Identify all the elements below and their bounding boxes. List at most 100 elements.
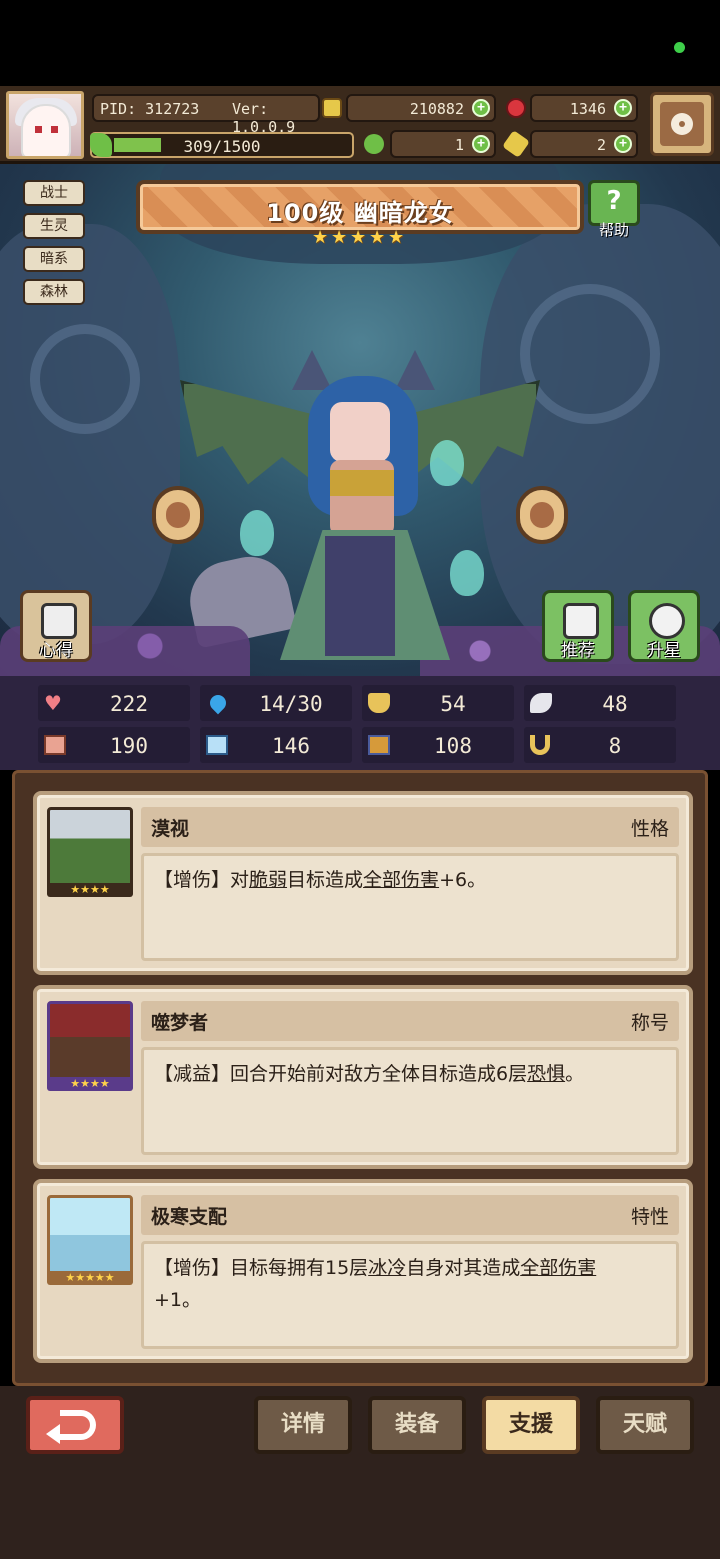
keyword-link[interactable]: 恐惧 bbox=[527, 1063, 565, 1085]
thumbs-up-icon bbox=[563, 603, 599, 639]
star-up-button[interactable]: 升星 bbox=[628, 590, 700, 662]
status-bar bbox=[0, 0, 720, 86]
desc-text: +1。 bbox=[154, 1289, 202, 1311]
horseshoe-icon bbox=[530, 735, 550, 755]
recommend-label: 推荐 bbox=[561, 641, 595, 661]
boot-icon bbox=[368, 735, 390, 755]
keyword-link[interactable]: 冰冷 bbox=[368, 1257, 406, 1279]
stat-speed-value: 48 bbox=[602, 692, 628, 716]
support-card[interactable]: ★★★★ 漠视 性格 【增伤】对脆弱目标造成全部伤害+6。 bbox=[33, 791, 693, 975]
ruby-icon bbox=[506, 98, 526, 118]
bottom-bar: 详情 装备 支援 天赋 bbox=[0, 1386, 720, 1559]
tag-class: 战士 bbox=[23, 180, 85, 206]
gold-pill: 210882 + bbox=[346, 94, 496, 122]
bottle-pill: 2 + bbox=[530, 130, 638, 158]
pid-version-pill: PID: 312723 Ver: 1.0.0.9 bbox=[92, 94, 320, 136]
insight-button[interactable]: 心得 bbox=[20, 590, 92, 662]
heart-icon: ♥ bbox=[44, 691, 62, 715]
desc-text: 自身对其造成 bbox=[406, 1257, 521, 1279]
back-button[interactable] bbox=[26, 1396, 124, 1454]
card-title: 极寒支配 bbox=[151, 1206, 228, 1228]
desc-text: 目标造成 bbox=[287, 869, 364, 891]
clover-icon bbox=[364, 134, 384, 154]
settings-button[interactable] bbox=[650, 92, 714, 156]
card-title: 噬梦者 bbox=[151, 1012, 209, 1034]
hero-name-banner: 100级 幽暗龙女 bbox=[136, 180, 584, 234]
water-drop-icon bbox=[206, 691, 230, 715]
star-icon bbox=[649, 603, 685, 639]
rune-left-icon[interactable] bbox=[152, 486, 204, 544]
tab-details[interactable]: 详情 bbox=[254, 1396, 352, 1454]
star-icon: ★ bbox=[350, 227, 367, 248]
wing-icon bbox=[530, 693, 552, 713]
pid-label: PID: 312723 bbox=[100, 100, 200, 118]
tag-race: 生灵 bbox=[23, 213, 85, 239]
stat-health-value: 222 bbox=[110, 692, 148, 716]
support-card[interactable]: ★★★★ 噬梦者 称号 【减益】回合开始前对敌方全体目标造成6层恐惧。 bbox=[33, 985, 693, 1169]
clover-plus-icon[interactable]: + bbox=[472, 135, 490, 153]
star-icon: ★ bbox=[369, 227, 386, 248]
keyword-link[interactable]: 全部伤害 bbox=[363, 869, 439, 891]
back-arrow-icon bbox=[46, 1410, 96, 1444]
card-description: 【增伤】目标每拥有15层冰冷自身对其造成全部伤害 +1。 bbox=[141, 1241, 679, 1349]
tab-equipment[interactable]: 装备 bbox=[368, 1396, 466, 1454]
clover-pill: 1 + bbox=[390, 130, 496, 158]
hero-name: 100级 幽暗龙女 bbox=[266, 199, 454, 227]
gold-plus-icon[interactable]: + bbox=[472, 99, 490, 117]
stat-health: ♥ 222 bbox=[38, 685, 190, 721]
desc-text: 【增伤】对 bbox=[154, 869, 250, 891]
card-portrait bbox=[47, 1195, 133, 1283]
card-description: 【减益】回合开始前对敌方全体目标造成6层恐惧。 bbox=[141, 1047, 679, 1155]
card-stars: ★★★★★ bbox=[47, 1271, 133, 1285]
stat-mana: 14/30 bbox=[200, 685, 352, 721]
card-type: 称号 bbox=[630, 1012, 669, 1034]
tab-support[interactable]: 支援 bbox=[482, 1396, 580, 1454]
card-description: 【增伤】对脆弱目标造成全部伤害+6。 bbox=[141, 853, 679, 961]
keyword-link[interactable]: 脆弱 bbox=[249, 869, 287, 891]
exp-bar: 309/1500 bbox=[90, 132, 354, 158]
clover-value: 1 bbox=[454, 136, 464, 154]
desc-text: 。 bbox=[565, 1063, 585, 1085]
gear-icon bbox=[671, 113, 693, 135]
stat-defense-value: 54 bbox=[440, 692, 466, 716]
book-icon bbox=[206, 735, 228, 755]
help-label: 帮助 bbox=[598, 221, 629, 239]
gold-value: 210882 bbox=[409, 100, 464, 118]
gems-plus-icon[interactable]: + bbox=[614, 99, 632, 117]
card-stars: ★★★★ bbox=[47, 883, 133, 897]
stat-speed: 48 bbox=[524, 685, 676, 721]
tab-talent[interactable]: 天赋 bbox=[596, 1396, 694, 1454]
fist-icon bbox=[44, 735, 66, 755]
stat-attack: 190 bbox=[38, 727, 190, 763]
version-label: Ver: 1.0.0.9 bbox=[232, 100, 296, 136]
star-icon: ★ bbox=[388, 227, 405, 248]
card-type: 特性 bbox=[630, 1206, 669, 1228]
hero-character bbox=[180, 340, 540, 670]
star-icon: ★ bbox=[312, 227, 329, 248]
hero-stars: ★ ★ ★ ★ ★ bbox=[312, 228, 408, 250]
rune-right-icon[interactable] bbox=[516, 486, 568, 544]
tag-element: 暗系 bbox=[23, 246, 85, 272]
stat-defense: 54 bbox=[362, 685, 514, 721]
bottle-icon bbox=[502, 130, 530, 158]
stat-magic-value: 146 bbox=[272, 734, 310, 758]
stat-luck: 8 bbox=[524, 727, 676, 763]
stat-movement: 108 bbox=[362, 727, 514, 763]
stat-magic: 146 bbox=[200, 727, 352, 763]
bottle-plus-icon[interactable]: + bbox=[614, 135, 632, 153]
stat-attack-value: 190 bbox=[110, 734, 148, 758]
player-avatar[interactable] bbox=[6, 91, 84, 159]
exp-label: 309/1500 bbox=[183, 137, 261, 156]
notebook-icon bbox=[41, 603, 77, 639]
gems-value: 1346 bbox=[569, 100, 606, 118]
stat-luck-value: 8 bbox=[608, 734, 622, 758]
shield-icon bbox=[368, 693, 390, 713]
keyword-link[interactable]: 全部伤害 bbox=[520, 1257, 596, 1279]
question-icon: ? bbox=[606, 186, 622, 216]
card-type: 性格 bbox=[630, 818, 669, 840]
insight-label: 心得 bbox=[39, 641, 73, 661]
card-header: 噬梦者 称号 bbox=[141, 1001, 679, 1041]
card-header: 漠视 性格 bbox=[141, 807, 679, 847]
recommend-button[interactable]: 推荐 bbox=[542, 590, 614, 662]
support-card[interactable]: ★★★★★ 极寒支配 特性 【增伤】目标每拥有15层冰冷自身对其造成全部伤害 +1… bbox=[33, 1179, 693, 1363]
